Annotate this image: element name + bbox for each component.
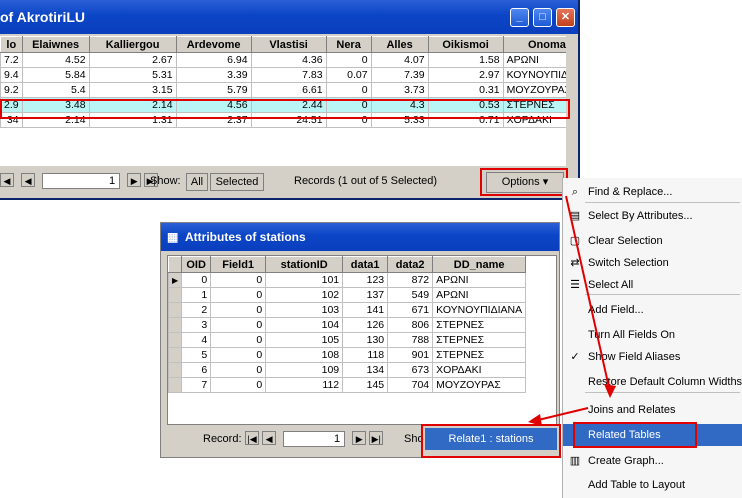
arrowhead-icon [528,414,542,426]
arrow-to-joins [565,195,611,393]
annotation-arrows [528,195,616,426]
arrowhead-icon [604,384,616,398]
arrow-to-relate [533,407,589,422]
